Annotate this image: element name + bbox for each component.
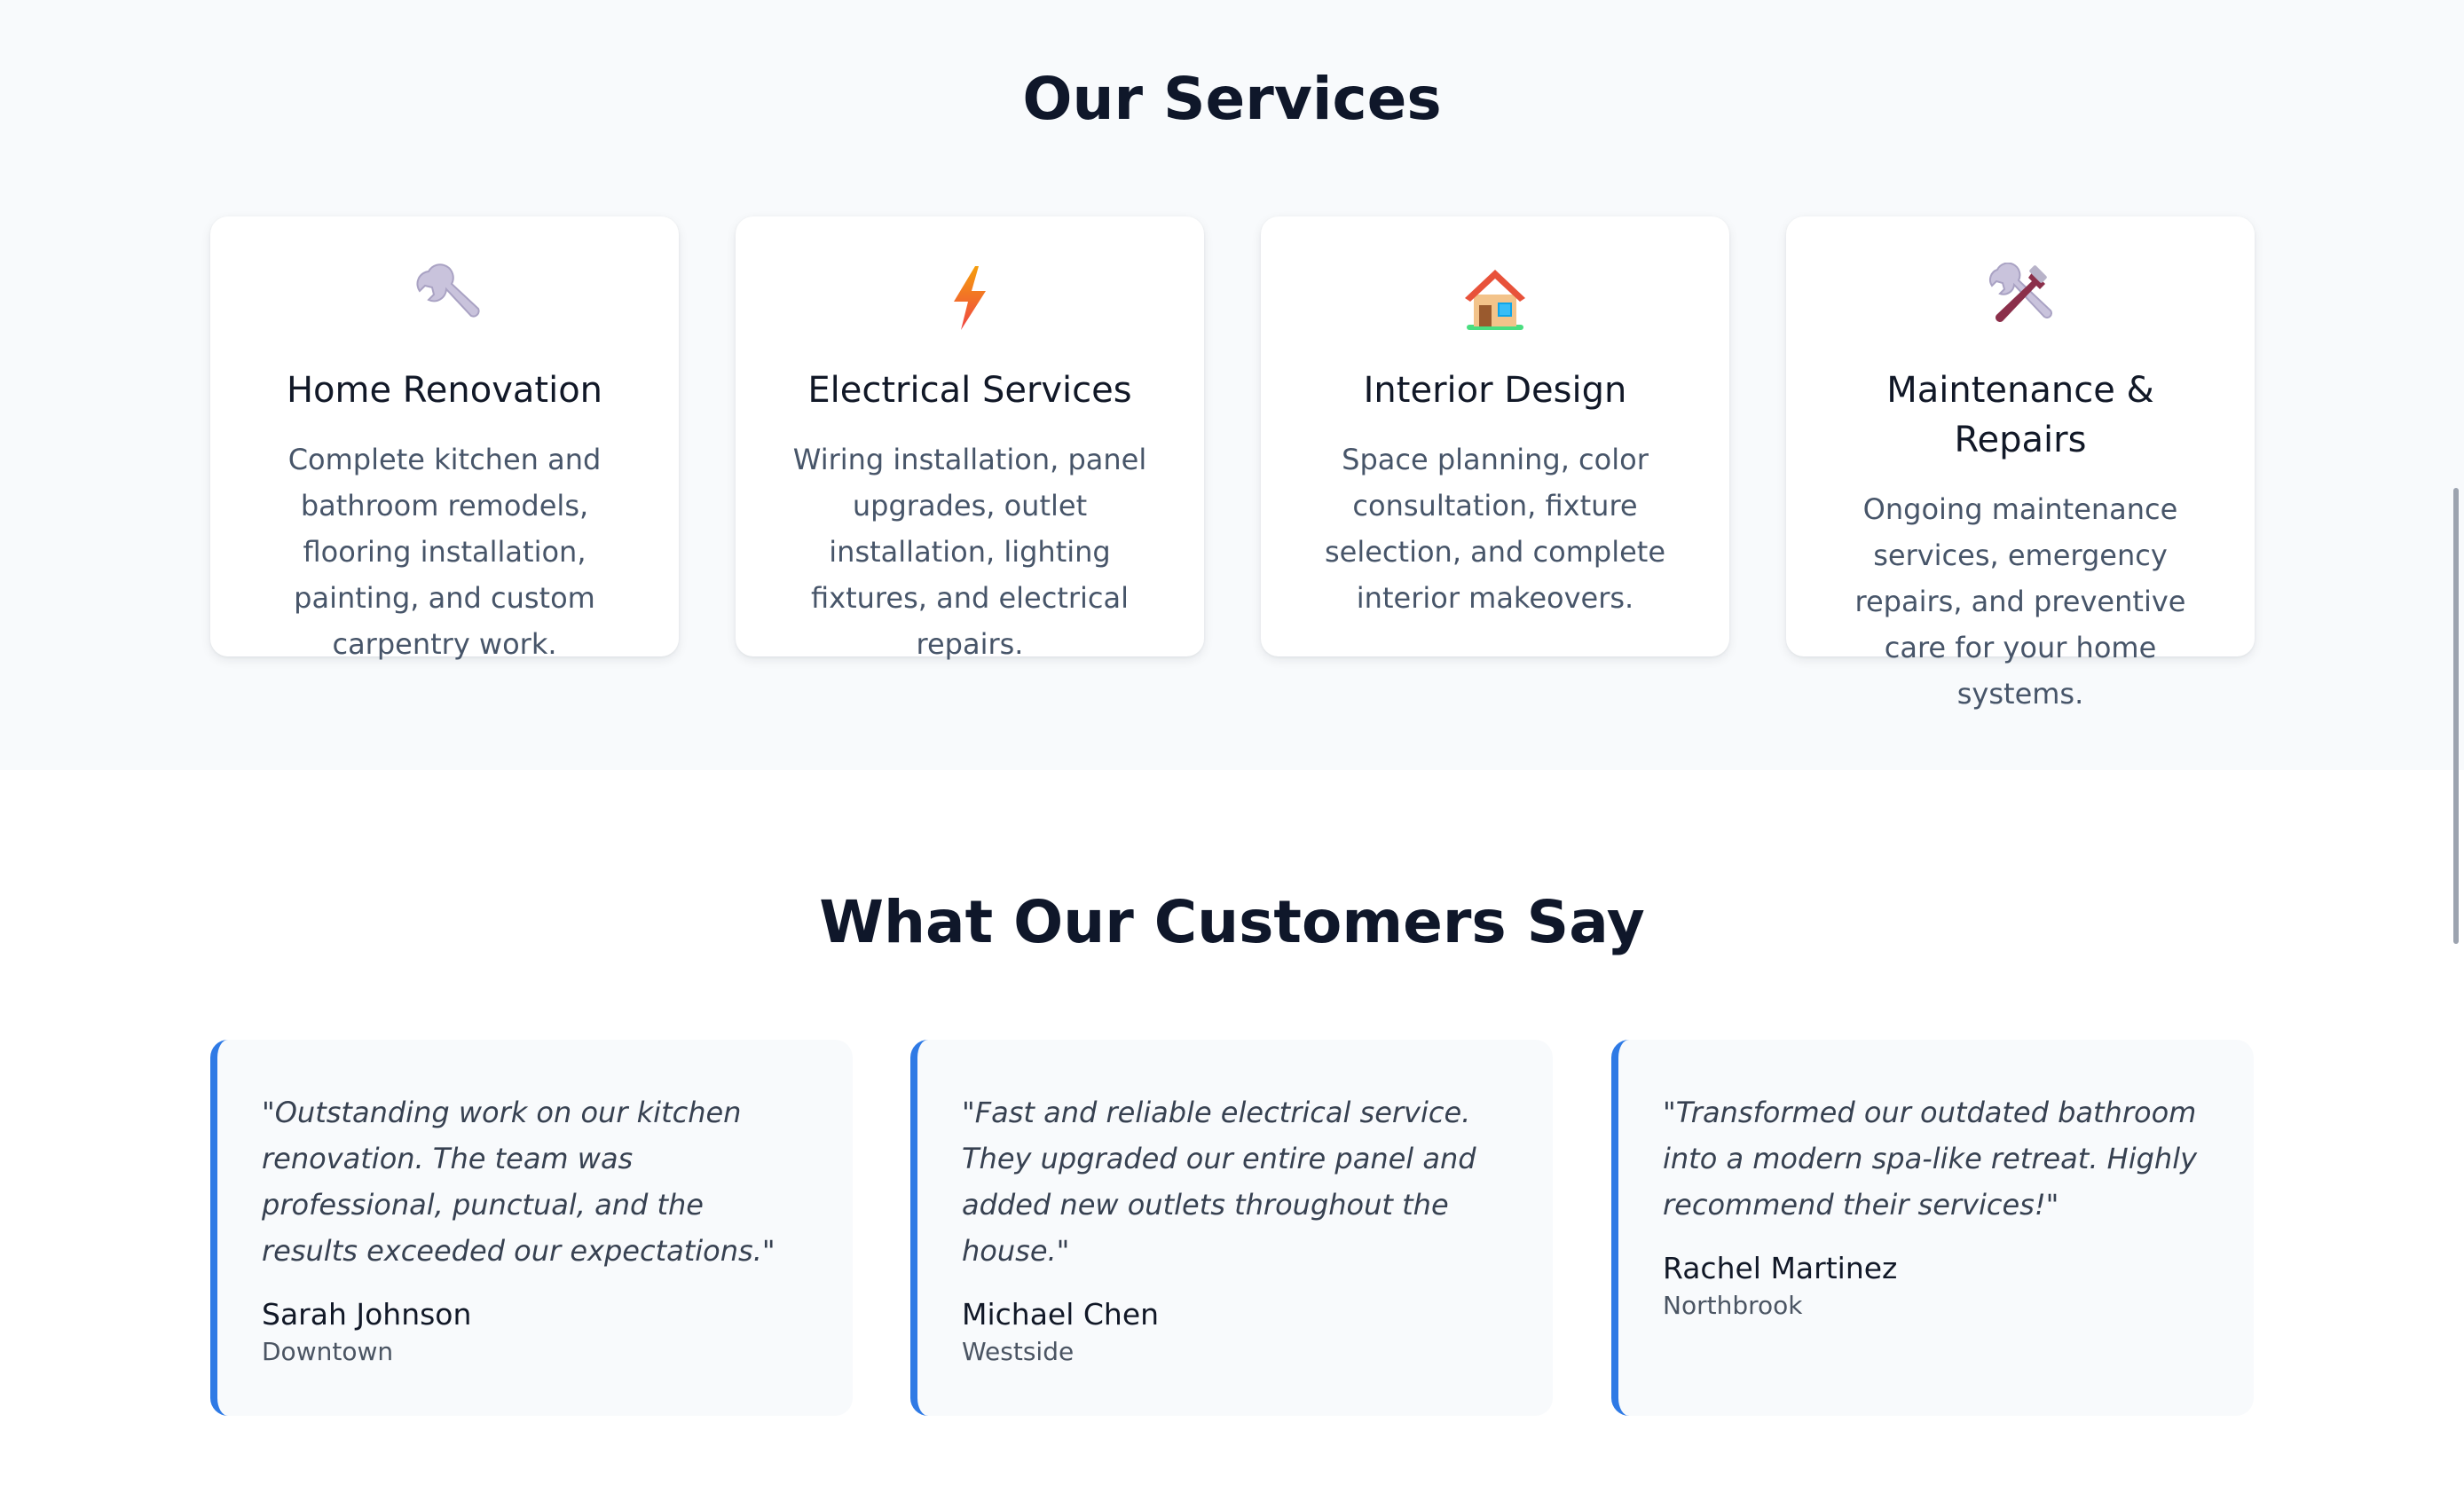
service-card-maintenance: Maintenance & Repairs Ongoing maintenanc… — [1786, 216, 2255, 711]
testimonial-quote: "Fast and reliable electrical service. T… — [962, 1096, 1476, 1268]
service-title: Maintenance & Repairs — [1886, 370, 2154, 460]
testimonials-section: What Our Customers Say "Outstanding work… — [0, 770, 2464, 1501]
services-section: Our Services Home Renovation Complete ki… — [0, 0, 2464, 770]
service-card-electrical: Electrical Services Wiring installation,… — [736, 216, 1204, 661]
testimonial-author: Sarah Johnson — [262, 1297, 472, 1332]
service-description: Ongoing maintenance services, emergency … — [1854, 492, 2186, 711]
page: Our Services Home Renovation Complete ki… — [0, 0, 2464, 1501]
wrench-icon — [416, 263, 480, 318]
service-title: Home Renovation — [286, 370, 603, 411]
hammer-wrench-icon — [1989, 263, 2052, 322]
service-title: Interior Design — [1363, 370, 1627, 411]
scrollbar-thumb[interactable] — [2453, 488, 2459, 944]
testimonial-location: Westside — [962, 1337, 1075, 1366]
testimonial-card: "Fast and reliable electrical service. T… — [910, 1040, 1553, 1416]
testimonial-author: Rachel Martinez — [1663, 1251, 1898, 1285]
service-card-interior-design: Interior Design Space planning, color co… — [1261, 216, 1729, 656]
services-title: Our Services — [1022, 65, 1442, 133]
testimonials-title: What Our Customers Say — [819, 888, 1645, 956]
testimonial-quote: "Outstanding work on our kitchen renovat… — [262, 1096, 775, 1268]
service-title: Electrical Services — [807, 370, 1132, 411]
testimonial-card: "Outstanding work on our kitchen renovat… — [210, 1040, 853, 1416]
testimonial-author: Michael Chen — [962, 1297, 1160, 1332]
vertical-scrollbar[interactable] — [2443, 0, 2464, 1501]
lightning-icon — [954, 266, 986, 330]
testimonial-location: Downtown — [262, 1337, 394, 1366]
testimonial-quote: "Transformed our outdated bathroom into … — [1663, 1096, 2198, 1222]
service-card-home-renovation: Home Renovation Complete kitchen and bat… — [210, 216, 679, 661]
testimonial-card: "Transformed our outdated bathroom into … — [1611, 1040, 2254, 1416]
service-description: Complete kitchen and bathroom remodels, … — [287, 443, 602, 661]
testimonial-location: Northbrook — [1663, 1291, 1803, 1320]
service-description: Space planning, color consultation, fixt… — [1324, 443, 1665, 615]
house-icon — [1465, 270, 1525, 330]
service-description: Wiring installation, panel upgrades, out… — [792, 443, 1147, 661]
